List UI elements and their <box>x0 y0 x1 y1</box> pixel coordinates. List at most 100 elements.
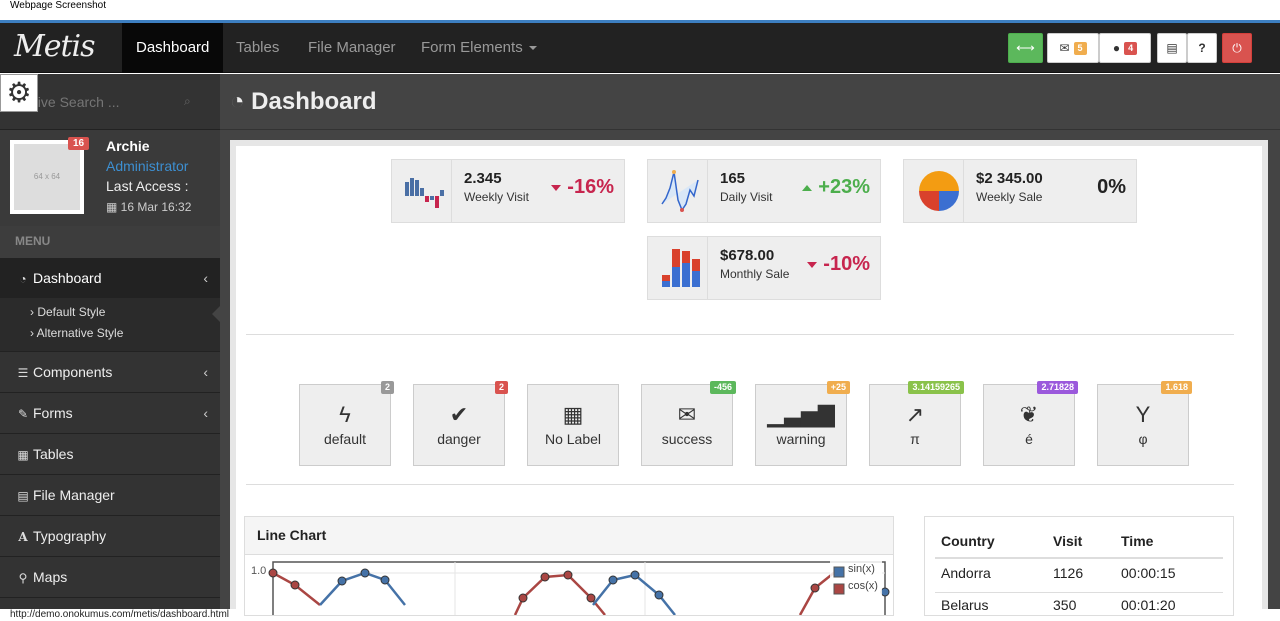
quick-button-badge: 3.14159265 <box>908 381 964 394</box>
arrows-horizontal-icon: ⟷ <box>1016 40 1035 55</box>
nav-form-elements[interactable]: Form Elements <box>407 23 551 73</box>
toggle-width-button[interactable]: ⟷ <box>1008 33 1043 63</box>
table-cell: 00:00:15 <box>1121 565 1176 581</box>
quick-button-e[interactable]: ❦ é 2.71828 <box>983 381 1078 466</box>
brand-logo[interactable]: Metis <box>0 23 122 73</box>
quick-button-warning[interactable]: ▁▃▅▇ warning +25 <box>755 381 850 466</box>
sidebar-item-tables[interactable]: ▦ Tables <box>0 434 220 475</box>
submenu-label: Default Style <box>37 305 106 319</box>
quick-button-badge: +25 <box>826 381 850 394</box>
sidebar-item-typography[interactable]: A Typography <box>0 516 220 557</box>
envelope-icon: ✉ <box>677 402 697 427</box>
stat-monthly-sale[interactable]: $678.00 Monthly Sale -10% <box>647 236 881 300</box>
stat-daily-visit[interactable]: 165 Daily Visit +23% <box>647 159 881 223</box>
quick-button-success[interactable]: ✉ success -456 <box>641 381 736 466</box>
quick-button-danger[interactable]: ✔ danger 2 <box>413 381 508 466</box>
chevron-left-icon: ‹ <box>203 364 208 380</box>
bolt-icon: ϟ <box>339 402 351 427</box>
quick-button-label: No Label <box>544 431 602 447</box>
document-button[interactable]: ▤ <box>1157 33 1187 63</box>
stat-change-value: 0% <box>1097 176 1126 198</box>
quick-button-no-label[interactable]: ▦ No Label <box>527 384 619 466</box>
quick-button-pi[interactable]: ↗ π 3.14159265 <box>869 381 964 466</box>
column-header-visit[interactable]: Visit <box>1053 533 1082 549</box>
screenshot-caption: Webpage Screenshot <box>10 0 106 11</box>
power-off-icon: ⏻ <box>1232 40 1242 55</box>
search-icon: ⌕ <box>184 94 191 108</box>
stat-value: 165 <box>720 170 746 187</box>
sidebar-item-components[interactable]: ☰ Components ‹ <box>0 352 220 393</box>
submenu-default-style[interactable]: › Default Style <box>30 305 105 319</box>
stat-weekly-sale[interactable]: $2 345.00 Weekly Sale 0% <box>903 159 1137 223</box>
help-button[interactable]: ? <box>1187 33 1217 63</box>
quick-button-label: π <box>910 431 920 447</box>
sidebar-item-label: Components <box>33 364 113 380</box>
caret-down-icon <box>528 46 537 51</box>
caret-down-icon <box>551 184 562 191</box>
stat-weekly-visit[interactable]: 2.345 Weekly Visit -16% <box>391 159 625 223</box>
nav-tables[interactable]: Tables <box>222 23 293 73</box>
quick-button-label: é <box>1025 431 1033 447</box>
stat-change: 0% <box>1097 176 1126 199</box>
check-icon: ✔ <box>449 402 469 427</box>
stat-label: Weekly Visit <box>464 190 529 204</box>
status-bar-url: http://demo.onokumus.com/metis/dashboard… <box>10 609 229 620</box>
table-cell: Belarus <box>941 597 989 613</box>
nav-dashboard[interactable]: Dashboard <box>122 23 224 73</box>
logout-button[interactable]: ⏻ <box>1222 33 1252 63</box>
stat-change-value: -16% <box>567 176 614 198</box>
file-icon: ▤ <box>1166 41 1178 55</box>
page-title: ◔ Dashboard <box>230 88 377 116</box>
sidebar-item-label: Tables <box>33 446 74 462</box>
stat-value: $678.00 <box>720 247 775 264</box>
stat-label: Weekly Sale <box>976 190 1043 204</box>
divider <box>246 484 1234 485</box>
caret-up-icon <box>802 184 813 191</box>
sidebar-item-file-manager[interactable]: ▤ File Manager <box>0 475 220 516</box>
pie-sparkline <box>904 160 964 222</box>
sidebar-item-maps[interactable]: ⚲ Maps <box>0 557 220 598</box>
nav-file-manager[interactable]: File Manager <box>294 23 410 73</box>
sidebar-item-dashboard[interactable]: ◔ Dashboard ‹ <box>0 258 220 299</box>
quick-button-default[interactable]: ϟ default 2 <box>299 381 394 466</box>
messages-button[interactable]: ✉ 5 <box>1047 33 1099 63</box>
quick-button-badge: -456 <box>709 381 736 394</box>
quick-button-label: danger <box>437 431 481 447</box>
table-row: Andorra 1126 00:00:15 <box>935 565 1223 593</box>
comments-button[interactable]: ● 4 <box>1099 33 1151 63</box>
stat-label: Daily Visit <box>720 190 773 204</box>
map-marker-icon: ⚲ <box>18 571 28 585</box>
legend-sin: sin(x) <box>848 563 875 575</box>
column-header-country[interactable]: Country <box>941 533 995 549</box>
active-pointer-arrow <box>212 306 220 322</box>
messages-count-badge: 5 <box>1073 41 1087 55</box>
bar-sparkline <box>392 160 452 222</box>
dashboard-submenu: › Default Style › Alternative Style <box>0 298 220 352</box>
user-role-link[interactable]: Administrator <box>106 158 188 174</box>
envelope-icon: ✉ <box>1059 41 1070 55</box>
quick-button-phi[interactable]: Y φ 1.618 <box>1097 381 1192 466</box>
last-access-label: Last Access : <box>106 178 189 194</box>
content-header: ◔ Dashboard <box>220 74 1280 130</box>
user-name: Archie <box>106 138 150 154</box>
column-header-time[interactable]: Time <box>1121 533 1153 549</box>
user-notification-badge: 16 <box>68 137 90 150</box>
settings-gear-icon[interactable]: ⚙ <box>0 74 38 112</box>
sidebar-item-forms[interactable]: ✎ Forms ‹ <box>0 393 220 434</box>
list-icon: ☰ <box>17 366 29 380</box>
line-chart-title: Line Chart <box>245 517 893 555</box>
comments-icon: ● <box>1112 41 1121 55</box>
quick-button-badge: 2 <box>494 381 508 394</box>
stat-change: -10% <box>807 253 870 276</box>
dashboard-icon: ◔ <box>19 272 27 286</box>
quick-button-label: warning <box>776 431 826 447</box>
sidebar-item-label: Maps <box>33 569 68 585</box>
table-cell: 00:01:20 <box>1121 597 1176 613</box>
line-chart-svg <box>268 561 890 615</box>
avatar[interactable]: 64 x 64 <box>10 140 84 214</box>
glass-icon: Y <box>1135 402 1151 427</box>
stat-change: +23% <box>802 176 870 199</box>
pencil-icon: ✎ <box>17 407 29 421</box>
submenu-alternative-style[interactable]: › Alternative Style <box>30 326 123 340</box>
quick-button-badge: 2 <box>380 381 394 394</box>
